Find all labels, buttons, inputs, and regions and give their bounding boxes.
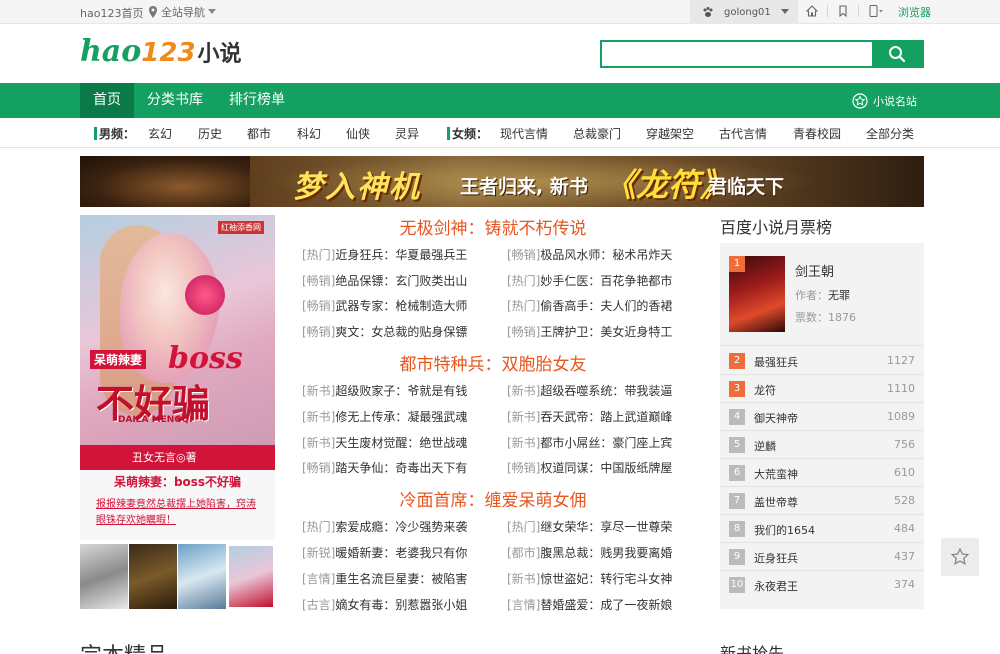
section-heading-finished: 完本精品 bbox=[80, 638, 168, 654]
ranking-item[interactable]: 9 近身狂兵 437 bbox=[729, 549, 915, 567]
novel-sites-link[interactable]: 小说名站 bbox=[852, 93, 917, 109]
list-item[interactable]: [新书]都市小屌丝：豪门座上宾 bbox=[507, 434, 672, 451]
promo-banner[interactable]: 梦入神机 王者归来, 新书 《龙符》 君临天下 bbox=[80, 156, 924, 207]
cat-link[interactable]: 全部分类 bbox=[866, 125, 914, 142]
book-thumb[interactable] bbox=[227, 544, 275, 609]
cat-link[interactable]: 历史 bbox=[198, 125, 222, 142]
list-item[interactable]: [新书]惊世盗妃：转行宅斗女神 bbox=[507, 570, 672, 587]
username: golong01 bbox=[724, 6, 771, 18]
main-nav: 首页 分类书库 排行榜单 小说名站 bbox=[0, 83, 1000, 118]
list-item[interactable]: [畅销]武器专家：枪械制造大师 bbox=[302, 297, 467, 314]
rank-number: 1 bbox=[729, 256, 745, 272]
hao123-home-link[interactable]: hao123首页 bbox=[80, 5, 143, 21]
book-thumb[interactable] bbox=[129, 544, 177, 609]
search-icon bbox=[889, 46, 906, 63]
ranking-item[interactable]: 4 御天神帝 1089 bbox=[729, 409, 915, 427]
list-item[interactable]: [热门]继女荣华：享尽一世尊荣 bbox=[507, 518, 672, 535]
list-item[interactable]: [都市]腹黑总裁：贱男我要离婚 bbox=[507, 544, 672, 561]
cat-link[interactable]: 玄幻 bbox=[148, 125, 172, 142]
category-nav: 男频： 玄幻 历史 都市 科幻 仙侠 灵异 女频： 现代言情 总裁豪门 穿越架空… bbox=[0, 118, 1000, 148]
ranking-item[interactable]: 5 逆麟 756 bbox=[729, 437, 915, 455]
cat-link[interactable]: 青春校园 bbox=[793, 125, 841, 142]
list-item[interactable]: [新书]修无上传承：凝最强武魂 bbox=[302, 408, 467, 425]
list-item[interactable]: [言情]替婚盛爱：成了一夜新娘 bbox=[507, 596, 672, 613]
list-item[interactable]: [新书]天生废材觉醒：绝世战魂 bbox=[302, 434, 467, 451]
cat-link[interactable]: 灵异 bbox=[395, 125, 419, 142]
search-box bbox=[600, 40, 924, 68]
list-item[interactable]: [畅销]王牌护卫：美女近身特工 bbox=[507, 323, 672, 340]
section-heading-new: 新书抢先 bbox=[720, 644, 785, 654]
section-title[interactable]: 冷面首席：缠爱呆萌女佣 bbox=[290, 486, 696, 511]
ranking-item[interactable]: 7 盖世帝尊 528 bbox=[729, 493, 915, 511]
list-item[interactable]: [热门]索爱成瘾：冷少强势来袭 bbox=[302, 518, 467, 535]
ranking-panel: 1 剑王朝 作者：无罪 票数：1876 2 最强狂兵 1127 3 龙符 1110 4御… bbox=[720, 243, 924, 609]
home-icon[interactable] bbox=[806, 5, 818, 17]
favorite-button[interactable] bbox=[941, 538, 979, 576]
ranking-item[interactable]: 2 最强狂兵 1127 bbox=[729, 353, 915, 371]
cat-link[interactable]: 古代言情 bbox=[719, 125, 767, 142]
mobile-icon[interactable] bbox=[868, 5, 884, 17]
dragon-image bbox=[80, 156, 250, 207]
cat-link[interactable]: 都市 bbox=[247, 125, 271, 142]
cat-link[interactable]: 仙侠 bbox=[346, 125, 370, 142]
hao123-novel-logo[interactable]: hao 123 小说 bbox=[80, 34, 242, 74]
list-item[interactable]: [古言]嫡女有毒：别惹嚣张小姐 bbox=[302, 596, 467, 613]
nav-home[interactable]: 首页 bbox=[80, 83, 134, 118]
list-item[interactable]: [新书]超级吞噬系统：带我装逼 bbox=[507, 382, 672, 399]
list-item[interactable]: [热门]偷香高手：夫人们的香裙 bbox=[507, 297, 672, 314]
cat-link[interactable]: 穿越架空 bbox=[646, 125, 694, 142]
list-item[interactable]: [热门]妙手仁医：百花争艳都市 bbox=[507, 272, 672, 289]
browser-link[interactable]: 浏览器 bbox=[898, 4, 931, 20]
male-label: 男频： bbox=[99, 127, 136, 141]
star-icon bbox=[950, 547, 970, 565]
site-nav-label: 全站导航 bbox=[161, 6, 205, 19]
book-thumb[interactable] bbox=[80, 544, 128, 609]
caret-down-icon bbox=[780, 9, 789, 14]
location-pin-icon bbox=[149, 6, 157, 18]
female-label: 女频： bbox=[452, 127, 489, 141]
search-button[interactable] bbox=[872, 42, 922, 66]
thumbnail-strip bbox=[80, 544, 275, 609]
list-item[interactable]: [新书]吞天武帝：踏上武道巅峰 bbox=[507, 408, 672, 425]
section-title[interactable]: 都市特种兵：双胞胎女友 bbox=[290, 350, 696, 375]
nav-ranking[interactable]: 排行榜单 bbox=[224, 83, 290, 118]
site-nav-dropdown[interactable]: 全站导航 bbox=[148, 4, 216, 20]
user-menu[interactable]: golong01 bbox=[690, 0, 798, 24]
list-item[interactable]: [新书]超级败家子：爷就是有钱 bbox=[302, 382, 467, 399]
ranking-item[interactable]: 3 龙符 1110 bbox=[729, 381, 915, 399]
book-thumb[interactable] bbox=[178, 544, 226, 609]
list-item[interactable]: [畅销]极品风水师：秘术吊炸天 bbox=[507, 246, 672, 263]
list-item[interactable]: [热门]近身狂兵：华夏最强兵王 bbox=[302, 246, 467, 263]
cat-link[interactable]: 现代言情 bbox=[500, 125, 548, 142]
search-input[interactable] bbox=[602, 42, 872, 66]
list-item[interactable]: [畅销]踏天争仙：奇毒出天下有 bbox=[302, 459, 467, 476]
featured-book-cover[interactable]: 红袖添香网 呆萌辣妻 boss 不好骗 DAILA MENGQI 丑女无言◎著 bbox=[80, 215, 275, 470]
top-bar: hao123首页 全站导航 golong01 浏览器 bbox=[0, 0, 1000, 24]
cat-link[interactable]: 科幻 bbox=[297, 125, 321, 142]
ranking-item[interactable]: 8 我们的1654 484 bbox=[729, 521, 915, 539]
list-item[interactable]: [新锐]暖婚新妻：老婆我只有你 bbox=[302, 544, 467, 561]
caret-down-icon bbox=[208, 9, 216, 14]
list-item[interactable]: [言情]重生名流巨星妻：被陷害 bbox=[302, 570, 467, 587]
list-item[interactable]: [畅销]绝品保镖：玄门败类出山 bbox=[302, 272, 467, 289]
ranking-item[interactable]: 6 大荒蛮神 610 bbox=[729, 465, 915, 483]
ranking-item[interactable]: 10 永夜君王 374 bbox=[729, 577, 915, 595]
section-title[interactable]: 无极剑神：铸就不朽传说 bbox=[290, 214, 696, 239]
ranking-heading: 百度小说月票榜 bbox=[720, 218, 833, 237]
featured-book-desc[interactable]: 报报辣妻竟然总裁摆上她陷害，窍涛眼铢存欢她瞩暇！ bbox=[80, 494, 275, 540]
cat-link[interactable]: 总裁豪门 bbox=[573, 125, 621, 142]
list-item[interactable]: [畅销]权道同谋：中国版纸牌屋 bbox=[507, 459, 672, 476]
nav-category[interactable]: 分类书库 bbox=[142, 83, 208, 118]
bookmark-icon[interactable] bbox=[837, 5, 849, 17]
book-name[interactable]: 剑王朝 bbox=[795, 261, 834, 280]
star-circle-icon bbox=[852, 93, 868, 109]
list-item[interactable]: [畅销]爽文：女总裁的贴身保镖 bbox=[302, 323, 467, 340]
flower-image bbox=[185, 275, 225, 315]
paw-icon bbox=[703, 7, 713, 17]
featured-book-title[interactable]: 呆萌辣妻：boss不好骗 bbox=[80, 470, 275, 494]
